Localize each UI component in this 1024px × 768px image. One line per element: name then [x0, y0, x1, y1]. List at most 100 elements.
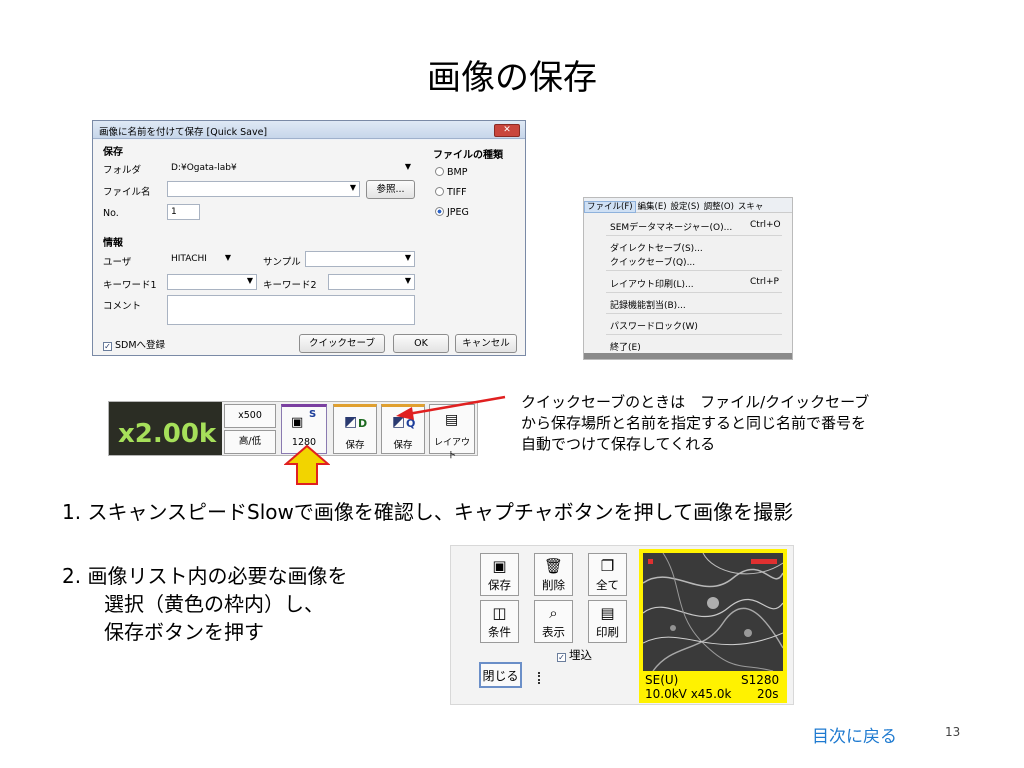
radio-icon: [435, 167, 444, 176]
filetype-label-jpeg: JPEG: [447, 207, 469, 218]
filetype-radio-jpeg[interactable]: JPEG: [435, 207, 469, 218]
print-icon: ▤: [600, 604, 615, 622]
select-all-button[interactable]: ❐ 全て: [588, 553, 627, 596]
comment-textarea[interactable]: [167, 295, 415, 325]
embed-checkbox[interactable]: ✓ 埋込: [557, 647, 592, 663]
drag-handle-icon[interactable]: [538, 672, 541, 684]
browse-button[interactable]: 参照...: [366, 180, 415, 199]
close-icon[interactable]: ✕: [494, 124, 520, 137]
step-2-line-3: 保存ボタンを押す: [104, 620, 264, 644]
menu-shadow: [584, 353, 792, 359]
comment-label: コメント: [103, 301, 142, 312]
file-menu: ファイル(F) 編集(E) 設定(S) 調整(O) スキャ SEMデータマネージャー(O…: [583, 197, 793, 360]
keyword1-combo[interactable]: ▼: [167, 274, 257, 290]
filename-label: ファイル名: [103, 187, 151, 198]
conditions-button-label: 条件: [488, 625, 511, 639]
sdm-checkbox[interactable]: ✓ SDMへ登録: [103, 337, 165, 351]
folder-combo[interactable]: D:¥Ogata-lab¥ ▼: [167, 160, 415, 176]
note-line-3: 自動でつけて保存してくれる: [521, 435, 716, 453]
save-d-label: 保存: [345, 440, 365, 451]
menu-adjust[interactable]: 調整(O): [702, 202, 736, 212]
user-value: HITACHI: [171, 254, 207, 264]
print-button[interactable]: ▤ 印刷: [588, 600, 627, 643]
menu-shortcut: Ctrl+O: [750, 220, 781, 230]
sem-image: [643, 553, 783, 671]
no-input[interactable]: 1: [167, 204, 200, 220]
ok-button[interactable]: OK: [393, 334, 449, 353]
slide-title: 画像の保存: [427, 58, 597, 98]
menu-item-record-assign[interactable]: 記録機能割当(B)...: [610, 298, 686, 311]
print-button-label: 印刷: [596, 625, 619, 639]
quicksave-button[interactable]: クイックセーブ: [299, 334, 385, 353]
menu-item-exit[interactable]: 終了(E): [610, 340, 641, 353]
sample-combo[interactable]: ▼: [305, 251, 415, 267]
menu-separator: [606, 292, 782, 293]
user-combo[interactable]: HITACHI ▼: [167, 251, 235, 267]
note-line-2: から保存場所と名前を指定すると同じ名前で番号を: [521, 414, 867, 432]
keyword2-combo[interactable]: ▼: [328, 274, 415, 290]
conditions-icon: ◫: [492, 604, 507, 622]
save-d-button[interactable]: ◩ D 保存: [333, 404, 377, 454]
menu-shortcut: Ctrl+P: [750, 277, 779, 287]
x500-button[interactable]: x500: [224, 404, 276, 428]
embed-checkbox-label: 埋込: [569, 648, 592, 662]
note-line-1: クイックセーブのときは ファイル/クイックセーブ: [521, 393, 870, 411]
magnifier-icon: ⌕: [549, 604, 558, 622]
page-number: 13: [945, 725, 961, 739]
display-button-label: 表示: [542, 625, 565, 639]
delete-button[interactable]: 🗑 削除: [534, 553, 573, 596]
step-2-line-2: 選択（黄色の枠内）し、: [104, 592, 324, 616]
camera-icon: ▣: [291, 415, 304, 430]
selected-image-thumbnail[interactable]: SE(U) S1280 10.0kV x45.0k 20s: [639, 549, 787, 703]
display-button[interactable]: ⌕ 表示: [534, 600, 573, 643]
filetype-radio-bmp[interactable]: BMP: [435, 167, 467, 178]
menu-separator: [606, 313, 782, 314]
stack-icon: ❐: [600, 557, 615, 575]
menu-separator: [606, 235, 782, 236]
menu-item-direct-save[interactable]: ダイレクトセーブ(S)...: [610, 241, 703, 254]
layout-label: レイアウト: [433, 438, 470, 461]
user-label: ユーザ: [103, 257, 132, 268]
highlow-button[interactable]: 高/低: [224, 430, 276, 454]
up-arrow-icon: [284, 444, 330, 485]
menu-item-quick-save[interactable]: クイックセーブ(Q)...: [610, 255, 695, 268]
menu-separator: [606, 270, 782, 271]
magnification-display: x2.00k: [109, 402, 222, 455]
keyword1-label: キーワード1: [103, 280, 157, 291]
toc-link[interactable]: 目次に戻る: [812, 722, 897, 747]
radio-icon: [435, 187, 444, 196]
save-button[interactable]: ▣ 保存: [480, 553, 519, 596]
menu-item-sem-data-manager[interactable]: SEMデータマネージャー(O)...: [610, 220, 732, 233]
filename-input[interactable]: ▼: [167, 181, 360, 197]
capture-badge: S: [309, 409, 317, 420]
red-arrow-icon: [396, 395, 506, 420]
close-button[interactable]: 閉じる: [479, 662, 522, 688]
menu-settings[interactable]: 設定(S): [669, 202, 702, 212]
floppy-icon: ▣: [492, 557, 507, 575]
sem-image-texture: [643, 553, 783, 671]
chevron-down-icon: ▼: [404, 276, 411, 285]
thumb-time: 20s: [757, 687, 779, 701]
menu-edit[interactable]: 編集(E): [636, 202, 669, 212]
keyword2-label: キーワード2: [263, 280, 317, 291]
filetype-label-bmp: BMP: [447, 167, 468, 178]
menu-file[interactable]: ファイル(F): [584, 201, 636, 213]
dialog-body: 保存 フォルダ D:¥Ogata-lab¥ ▼ ファイル名 ▼ 参照... No…: [93, 140, 525, 355]
menu-item-password-lock[interactable]: パスワードロック(W): [610, 319, 698, 332]
checkbox-checked-icon: ✓: [103, 342, 112, 351]
filetype-radio-tiff[interactable]: TIFF: [435, 187, 467, 198]
sample-label: サンプル: [263, 257, 301, 268]
image-list-panel: ▣ 保存 🗑 削除 ❐ 全て ◫ 条件 ⌕ 表示 ▤ 印刷 ✓ 埋込 閉じる SE(U): [450, 545, 794, 705]
no-label: No.: [103, 208, 119, 219]
conditions-button[interactable]: ◫ 条件: [480, 600, 519, 643]
menubar: ファイル(F) 編集(E) 設定(S) 調整(O) スキャ: [584, 198, 792, 213]
menu-item-layout-print[interactable]: レイアウト印刷(L)...: [610, 277, 694, 290]
checkbox-checked-icon: ✓: [557, 653, 566, 662]
save-button-label: 保存: [488, 578, 511, 592]
step-1-text: 1. スキャンスピードSlowで画像を確認し、キャプチャボタンを押して画像を撮影: [62, 500, 794, 524]
cancel-button[interactable]: キャンセル: [455, 334, 517, 353]
quick-save-dialog: 画像に名前を付けて保存 [Quick Save] ✕ 保存 フォルダ D:¥Og…: [92, 120, 526, 356]
menu-scan[interactable]: スキャ: [736, 202, 766, 212]
delete-button-label: 削除: [542, 578, 565, 592]
menu-separator: [606, 334, 782, 335]
